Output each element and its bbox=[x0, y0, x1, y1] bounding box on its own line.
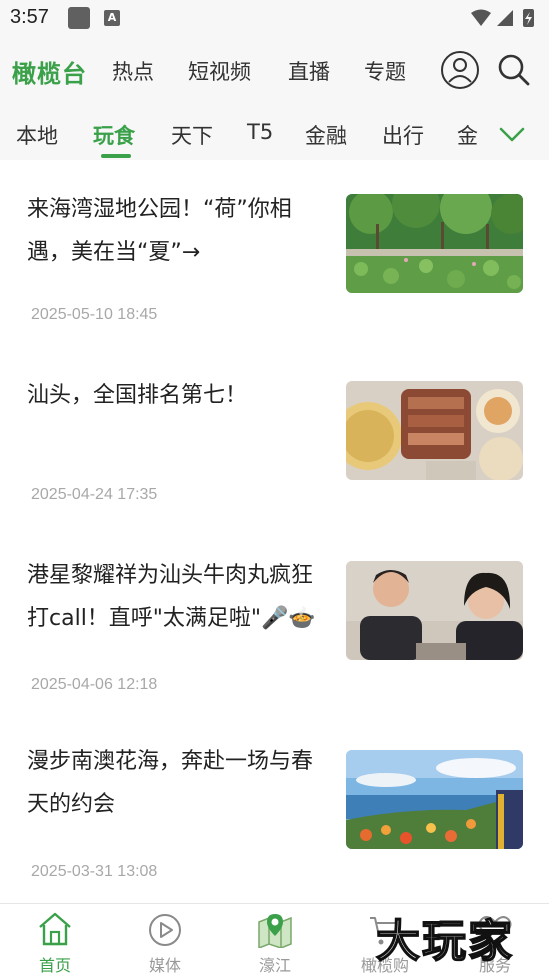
channel-tabs: 本地 玩食 天下 T5 金融 出行 金 bbox=[0, 106, 549, 160]
channel-partial[interactable]: 金 bbox=[457, 120, 478, 150]
article-title: 漫步南澳花海，奔赴一场与春天的约会 bbox=[27, 749, 314, 817]
article-item[interactable]: 汕头，全国排名第七！ 2025-04-24 17:35 bbox=[0, 340, 549, 520]
article-title: 港星黎耀祥为汕头牛肉丸疯狂打call！直呼"太满足啦"🎤🍲 bbox=[27, 563, 316, 631]
article-title: 来海湾湿地公园！“荷”你相遇，美在当“夏”→ bbox=[27, 197, 292, 265]
nav-item-topics[interactable]: 专题 bbox=[364, 56, 406, 86]
user-icon[interactable] bbox=[440, 50, 480, 90]
channel-local[interactable]: 本地 bbox=[16, 120, 58, 150]
watermark-logo: 大玩家 bbox=[375, 915, 514, 968]
active-channel-indicator bbox=[101, 154, 131, 158]
channel-travel[interactable]: 出行 bbox=[382, 120, 424, 150]
chevron-down-icon[interactable] bbox=[498, 120, 526, 148]
article-time: 2025-04-24 17:35 bbox=[31, 486, 158, 503]
top-nav: 橄榄台 热点 短视频 直播 专题 bbox=[0, 36, 549, 106]
status-time: 3:57 bbox=[10, 6, 49, 28]
article-time: 2025-03-31 13:08 bbox=[31, 863, 158, 880]
nav-item-live[interactable]: 直播 bbox=[288, 56, 330, 86]
article-item[interactable]: 港星黎耀祥为汕头牛肉丸疯狂打call！直呼"太满足啦"🎤🍲 2025-04-06… bbox=[0, 520, 549, 700]
article-time: 2025-04-06 12:18 bbox=[31, 676, 158, 693]
app-notification-icon bbox=[68, 7, 90, 29]
channel-world[interactable]: 天下 bbox=[171, 120, 213, 150]
nav-item-hot[interactable]: 热点 bbox=[112, 56, 154, 86]
keyboard-notification-icon: A bbox=[104, 10, 120, 26]
channel-t5[interactable]: T5 bbox=[247, 120, 273, 144]
tab-media[interactable]: 媒体 bbox=[110, 904, 220, 978]
article-thumbnail bbox=[346, 561, 523, 660]
article-thumbnail bbox=[346, 381, 523, 480]
home-icon bbox=[39, 912, 71, 946]
play-icon bbox=[149, 914, 181, 946]
article-item[interactable]: 来海湾湿地公园！“荷”你相遇，美在当“夏”→ 2025-05-10 18:45 bbox=[0, 160, 549, 340]
article-feed[interactable]: 来海湾湿地公园！“荷”你相遇，美在当“夏”→ 2025-05-10 18:45 bbox=[0, 160, 549, 903]
tab-label: 首页 bbox=[38, 956, 71, 975]
status-bar: 3:57 A bbox=[0, 0, 549, 36]
svg-text:大玩家: 大玩家 bbox=[376, 916, 514, 967]
search-icon[interactable] bbox=[496, 52, 532, 88]
nav-item-short-video[interactable]: 短视频 bbox=[188, 56, 251, 86]
article-time: 2025-05-10 18:45 bbox=[31, 306, 158, 323]
article-title: 汕头，全国排名第七！ bbox=[27, 383, 248, 408]
brand-logo[interactable]: 橄榄台 bbox=[12, 54, 87, 89]
channel-finance[interactable]: 金融 bbox=[305, 120, 347, 150]
map-icon bbox=[258, 914, 292, 948]
tab-label: 媒体 bbox=[148, 956, 181, 975]
article-item[interactable]: 漫步南澳花海，奔赴一场与春天的约会 2025-03-31 13:08 bbox=[0, 720, 549, 900]
tab-haojiang[interactable]: 濠江 bbox=[220, 904, 330, 978]
tab-label: 濠江 bbox=[258, 956, 291, 975]
status-indicators-icon bbox=[471, 9, 534, 27]
tab-home[interactable]: 首页 bbox=[0, 904, 110, 978]
channel-food[interactable]: 玩食 bbox=[93, 120, 135, 150]
article-thumbnail bbox=[346, 194, 523, 293]
article-thumbnail bbox=[346, 750, 523, 849]
